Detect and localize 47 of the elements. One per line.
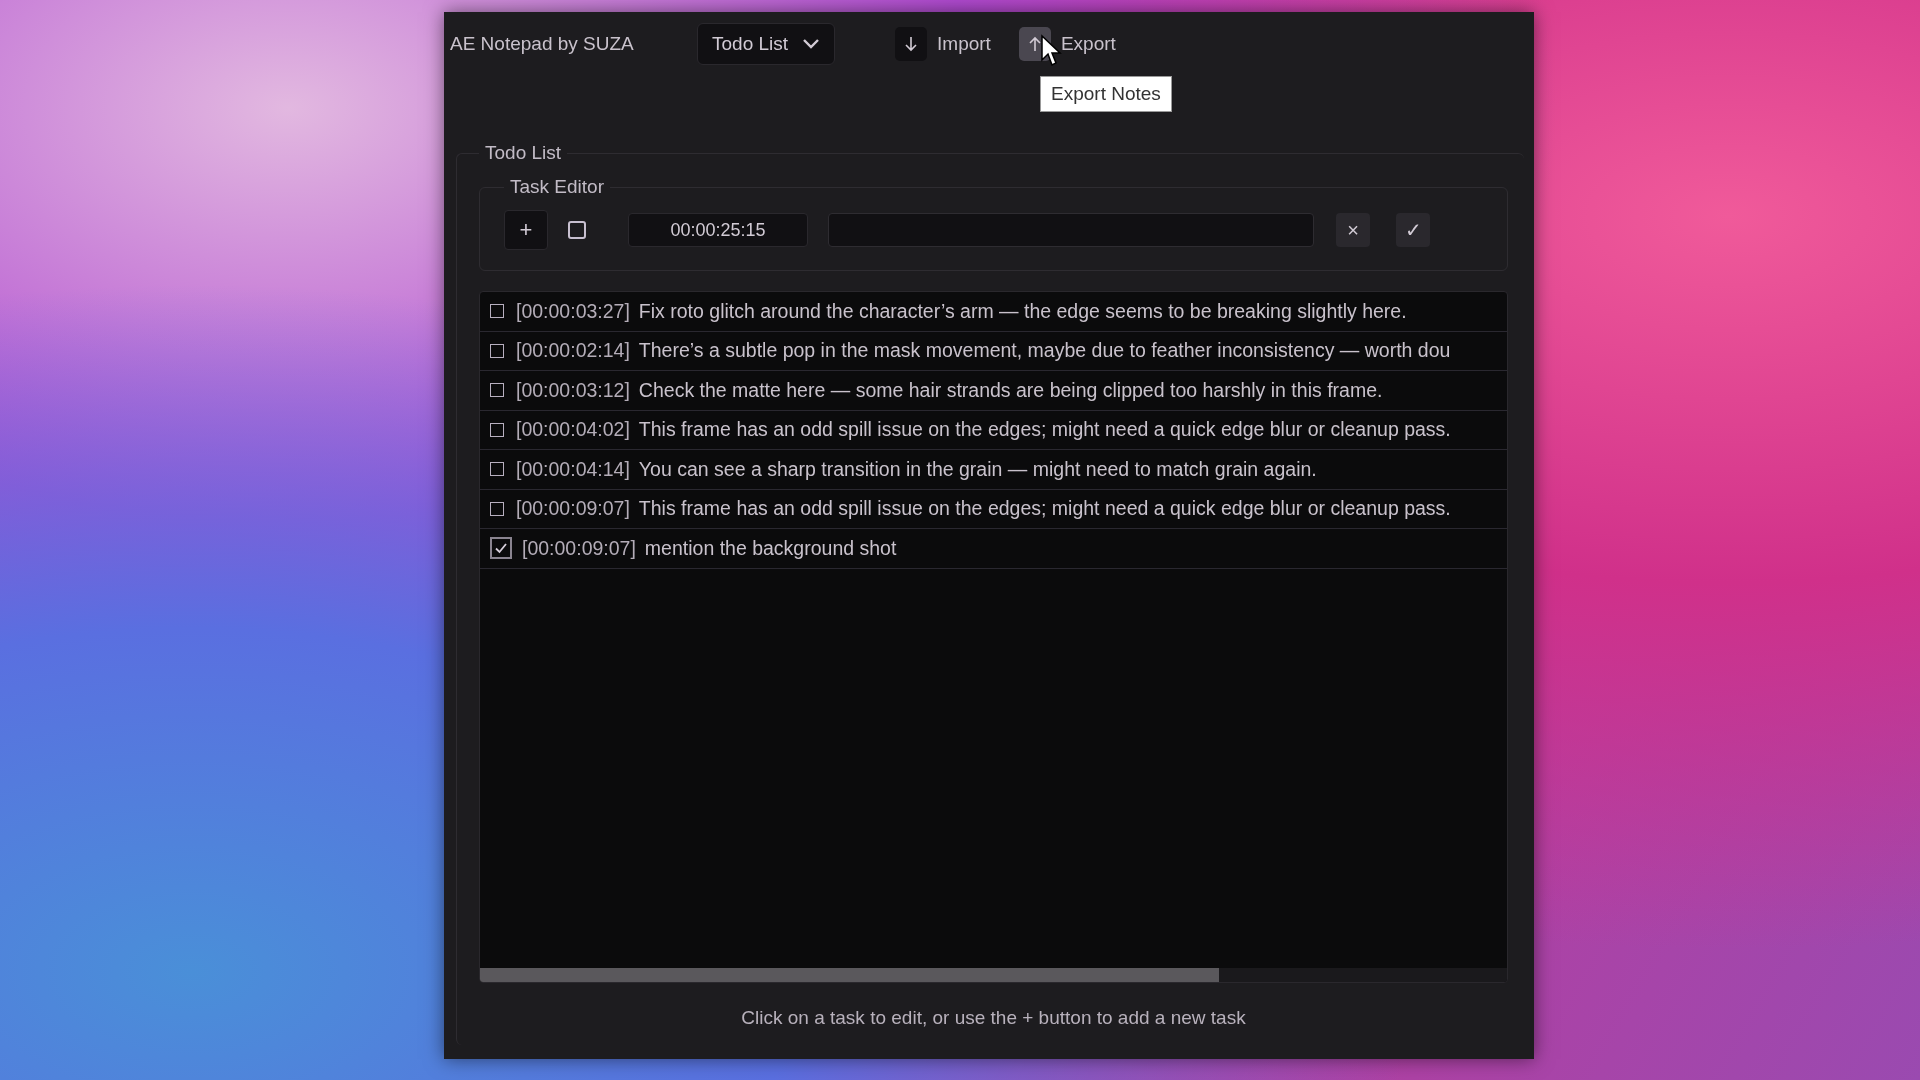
task-checkbox[interactable]	[490, 383, 504, 398]
task-row[interactable]: [00:00:09:07] mention the background shot	[480, 529, 1507, 569]
task-checkbox[interactable]	[490, 537, 512, 560]
task-time: [00:00:02:14]	[516, 339, 630, 363]
task-checkbox[interactable]	[490, 304, 504, 319]
task-checkbox[interactable]	[490, 462, 504, 477]
tooltip: Export Notes	[1040, 76, 1172, 112]
done-checkbox[interactable]	[568, 221, 586, 239]
task-checkbox[interactable]	[490, 501, 504, 516]
task-text-field[interactable]	[828, 213, 1314, 247]
task-row[interactable]: [00:00:04:02] This frame has an odd spill issue on the edges; might need a quick edge blur or cleanup pass.	[480, 410, 1507, 450]
task-time: [00:00:09:07]	[516, 497, 630, 521]
task-time: [00:00:03:12]	[516, 378, 630, 402]
task-checkbox[interactable]	[490, 343, 504, 358]
down-arrow-icon	[904, 35, 919, 53]
up-arrow-icon	[1027, 35, 1042, 53]
task-text: There’s a subtle pop in the mask movement, maybe due to feather inconsistency — worth dou	[638, 339, 1451, 363]
task-text: mention the background shot	[644, 536, 897, 560]
task-text: You can see a sharp transition in the grain — might need to match grain again.	[638, 457, 1317, 481]
task-text: This frame has an odd spill issue on the edges; might need a quick edge blur or cleanup pass.	[638, 497, 1451, 521]
task-time: [00:00:04:14]	[516, 457, 630, 481]
chevron-down-icon	[802, 38, 821, 50]
view-dropdown[interactable]: Todo List	[697, 23, 836, 65]
task-row[interactable]: [00:00:04:14] You can see a sharp transition in the grain — might need to match grain again.	[480, 450, 1507, 490]
import-button[interactable]: Import	[895, 27, 991, 61]
task-row[interactable]: [00:00:02:14] There’s a subtle pop in the mask movement, maybe due to feather inconsistency — worth dou	[480, 331, 1507, 371]
confirm-button[interactable]: ✓	[1396, 213, 1430, 247]
mouse-pointer-icon	[1040, 34, 1062, 68]
task-checkbox[interactable]	[490, 422, 504, 437]
task-time: [00:00:09:07]	[522, 536, 636, 560]
task-time: [00:00:04:02]	[516, 418, 630, 442]
scrollbar-thumb[interactable]	[480, 968, 1220, 982]
task-text: Check the matte here — some hair strands are being clipped too harshly in this frame.	[638, 378, 1383, 402]
app-title: AE Notepad by SUZA	[450, 33, 635, 55]
task-text: Fix roto glitch around the character’s arm — the edge seems to be breaking slightly here.	[638, 299, 1407, 323]
task-row[interactable]: [00:00:09:07] This frame has an odd spill issue on the edges; might need a quick edge blur or cleanup pass.	[480, 489, 1507, 529]
task-text: This frame has an odd spill issue on the edges; might need a quick edge blur or cleanup pass.	[638, 418, 1451, 442]
hint-text: Click on a task to edit, or use the + button to add a new task	[740, 1007, 1247, 1029]
task-row[interactable]: [00:00:03:27] Fix roto glitch around the character’s arm — the edge seems to be breaking slightly here.	[480, 292, 1507, 332]
group-label: Todo List	[484, 142, 563, 164]
scrollbar[interactable]	[480, 968, 1507, 982]
time-field[interactable]: 00:00:25:15	[628, 213, 808, 247]
add-task-button[interactable]: +	[504, 210, 548, 250]
group-label: Task Editor	[509, 176, 605, 198]
cancel-button[interactable]: ×	[1336, 213, 1370, 247]
task-time: [00:00:03:27]	[516, 299, 630, 323]
task-row[interactable]: [00:00:03:12] Check the matte here — some hair strands are being clipped too harshly in this frame.	[480, 371, 1507, 411]
